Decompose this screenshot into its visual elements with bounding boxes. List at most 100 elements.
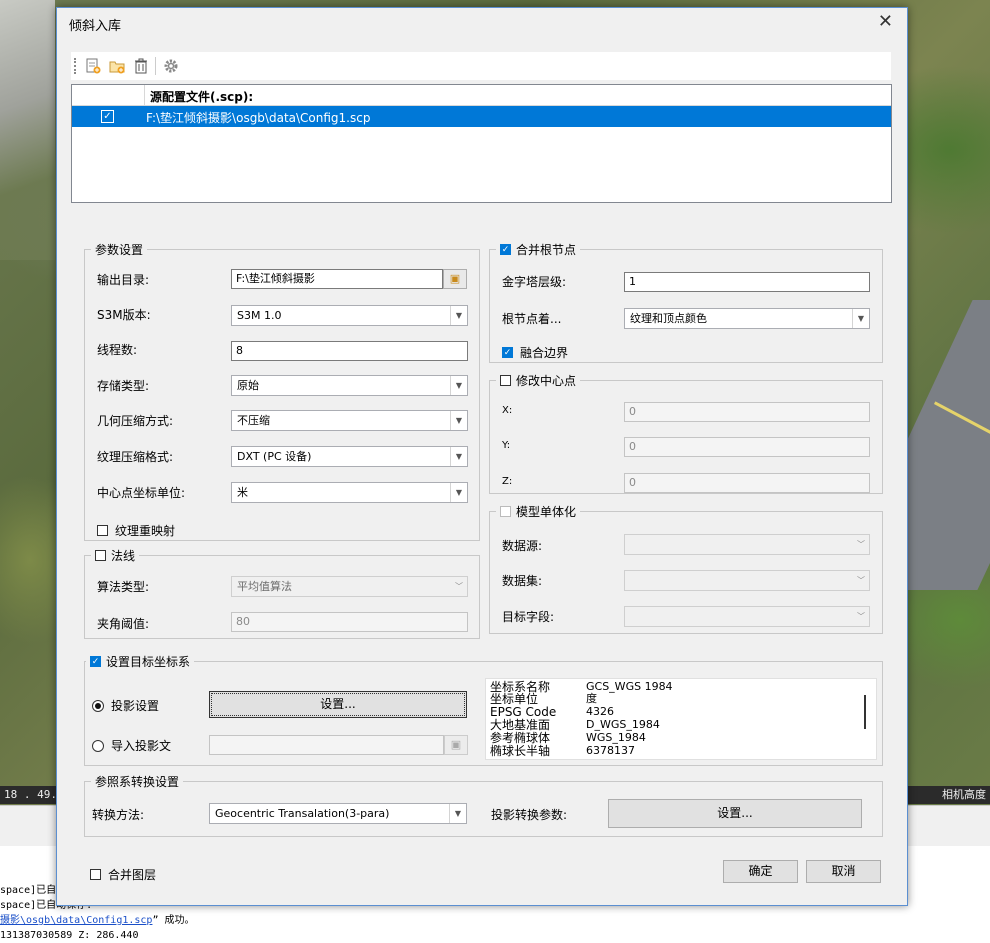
row-path: F:\垫江倾斜摄影\osgb\data\Config1.scp: [146, 111, 371, 125]
proj-setting-radio[interactable]: 投影设置: [92, 697, 159, 714]
status-camera-height: 相机高度: [942, 788, 986, 801]
blend-edge-checkbox[interactable]: ✓ 融合边界: [502, 344, 568, 361]
browse-file-icon[interactable]: ▣: [444, 735, 468, 755]
crs-info-value: GCS_WGS 1984: [586, 680, 673, 693]
checkbox-box[interactable]: ✓: [502, 347, 513, 358]
row-checkbox[interactable]: ✓: [101, 110, 114, 123]
source-config-grid[interactable]: 源配置文件(.scp): ✓ F:\垫江倾斜摄影\osgb\data\Confi…: [71, 84, 892, 203]
model-checkbox[interactable]: [500, 506, 511, 517]
datasource-select[interactable]: ﹀: [624, 534, 870, 555]
close-icon[interactable]: ✕: [878, 11, 893, 32]
params-group-title: 参数设置: [91, 241, 148, 258]
center-group-title[interactable]: 修改中心点: [496, 372, 581, 389]
normals-group-title[interactable]: 法线: [91, 547, 140, 564]
model-group-title[interactable]: 模型单体化: [496, 503, 581, 520]
chevron-down-icon: ﹀: [857, 612, 865, 621]
chevron-down-icon: ▼: [852, 309, 869, 328]
pyramid-input[interactable]: 1: [624, 272, 870, 292]
y-input[interactable]: 0: [624, 437, 870, 457]
target-crs-group-title-text: 设置目标坐标系: [106, 655, 191, 669]
console-link[interactable]: 摄影\osgb\data\Config1.scp: [0, 915, 152, 926]
center-unit-value: 米: [237, 486, 248, 499]
root-color-label: 根节点着...: [502, 312, 562, 326]
merge-root-checkbox[interactable]: ✓: [500, 244, 511, 255]
grid-header: 源配置文件(.scp):: [72, 85, 891, 106]
chevron-down-icon: ▼: [450, 483, 467, 502]
x-label: X:: [502, 405, 513, 416]
pyramid-label: 金字塔层级:: [502, 275, 567, 289]
normals-checkbox[interactable]: [95, 550, 106, 561]
algo-select[interactable]: 平均值算法 ﹀: [231, 576, 468, 597]
tex-remap-checkbox[interactable]: 纹理重映射: [97, 522, 175, 539]
toolbar-grip[interactable]: [74, 58, 78, 74]
root-color-value: 纹理和顶点颜色: [630, 312, 707, 325]
merge-root-group: ✓ 合并根节点 金字塔层级: 1 根节点着... 纹理和顶点颜色 ▼ ✓ 融合边界: [489, 241, 883, 363]
chevron-down-icon: ▼: [450, 376, 467, 395]
status-coords: 18 . 49.: [4, 788, 57, 801]
z-input[interactable]: 0: [624, 473, 870, 493]
info-scrollbar[interactable]: [864, 695, 866, 729]
ok-button[interactable]: 确定: [723, 860, 798, 883]
merge-root-group-title[interactable]: ✓ 合并根节点: [496, 241, 581, 258]
target-crs-group-title[interactable]: ✓ 设置目标坐标系: [86, 653, 195, 670]
crs-info-value: 6378137: [586, 744, 635, 757]
storage-type-label: 存储类型:: [97, 379, 150, 393]
field-label: 目标字段:: [502, 610, 555, 624]
angle-label: 夹角阈值:: [97, 617, 150, 631]
delete-icon[interactable]: [130, 55, 152, 77]
method-label: 转换方法:: [92, 808, 145, 822]
z-label: Z:: [502, 476, 513, 487]
target-crs-checkbox[interactable]: ✓: [90, 656, 101, 667]
radio-dot[interactable]: [92, 739, 104, 752]
geom-compress-select[interactable]: 不压缩 ▼: [231, 410, 468, 431]
x-input[interactable]: 0: [624, 402, 870, 422]
tex-compress-select[interactable]: DXT (PC 设备) ▼: [231, 446, 468, 467]
center-checkbox[interactable]: [500, 375, 511, 386]
transform-param-button[interactable]: 设置...: [608, 799, 862, 828]
center-unit-select[interactable]: 米 ▼: [231, 482, 468, 503]
checkbox-box[interactable]: [90, 869, 101, 880]
angle-input[interactable]: 80: [231, 612, 468, 632]
add-file-icon[interactable]: [82, 55, 104, 77]
crs-info-panel[interactable]: 坐标系名称 GCS_WGS 1984 坐标单位度 EPSG Code 4326 大地…: [485, 678, 877, 760]
model-group: 模型单体化 数据源: ﹀ 数据集: ﹀ 目标字段: ﹀: [489, 503, 883, 634]
table-row[interactable]: ✓ F:\垫江倾斜摄影\osgb\data\Config1.scp: [72, 106, 891, 127]
toolbar: [71, 52, 891, 80]
crs-info-value: 4326: [586, 705, 614, 718]
crs-info-key: 椭球长半轴: [490, 744, 551, 758]
normals-group-title-text: 法线: [111, 549, 136, 563]
root-color-select[interactable]: 纹理和顶点颜色 ▼: [624, 308, 870, 329]
cancel-button[interactable]: 取消: [806, 860, 881, 883]
import-proj-label: 导入投影文: [111, 739, 172, 753]
storage-type-select[interactable]: 原始 ▼: [231, 375, 468, 396]
import-proj-input[interactable]: [209, 735, 444, 755]
dataset-select[interactable]: ﹀: [624, 570, 870, 591]
oblique-import-dialog: 倾斜入库 ✕ 源配置文件(.scp): ✓ F:\垫江倾斜摄影\osgb\dat…: [56, 7, 908, 906]
import-proj-radio[interactable]: 导入投影文: [92, 737, 171, 754]
crs-info-value: 度: [586, 692, 597, 705]
geom-compress-value: 不压缩: [237, 414, 270, 427]
add-folder-icon[interactable]: [106, 55, 128, 77]
s3m-version-select[interactable]: S3M 1.0 ▼: [231, 305, 468, 326]
radio-dot[interactable]: [92, 699, 104, 712]
browse-folder-icon[interactable]: ▣: [443, 269, 467, 289]
params-group-title-text: 参数设置: [95, 243, 144, 257]
threads-input[interactable]: 8: [231, 341, 468, 361]
merge-layers-checkbox[interactable]: 合并图层: [90, 866, 156, 883]
chevron-down-icon: ﹀: [455, 582, 463, 591]
field-select[interactable]: ﹀: [624, 606, 870, 627]
console-suffix: ” 成功。: [152, 915, 195, 926]
merge-root-group-title-text: 合并根节点: [516, 243, 577, 257]
dataset-label: 数据集:: [502, 574, 543, 588]
checkbox-box[interactable]: [97, 525, 108, 536]
output-dir-input[interactable]: F:\垫江倾斜摄影: [231, 269, 443, 289]
crs-info-value: D_WGS_1984: [586, 718, 660, 731]
method-select[interactable]: Geocentric Transalation(3-para) ▼: [209, 803, 467, 824]
storage-type-value: 原始: [237, 379, 259, 392]
threads-label: 线程数:: [97, 343, 138, 357]
tex-compress-label: 纹理压缩格式:: [97, 450, 174, 464]
tex-remap-label: 纹理重映射: [115, 524, 176, 538]
proj-setting-button[interactable]: 设置...: [209, 691, 467, 718]
chevron-down-icon: ▼: [449, 804, 466, 823]
settings-icon[interactable]: [160, 55, 182, 77]
